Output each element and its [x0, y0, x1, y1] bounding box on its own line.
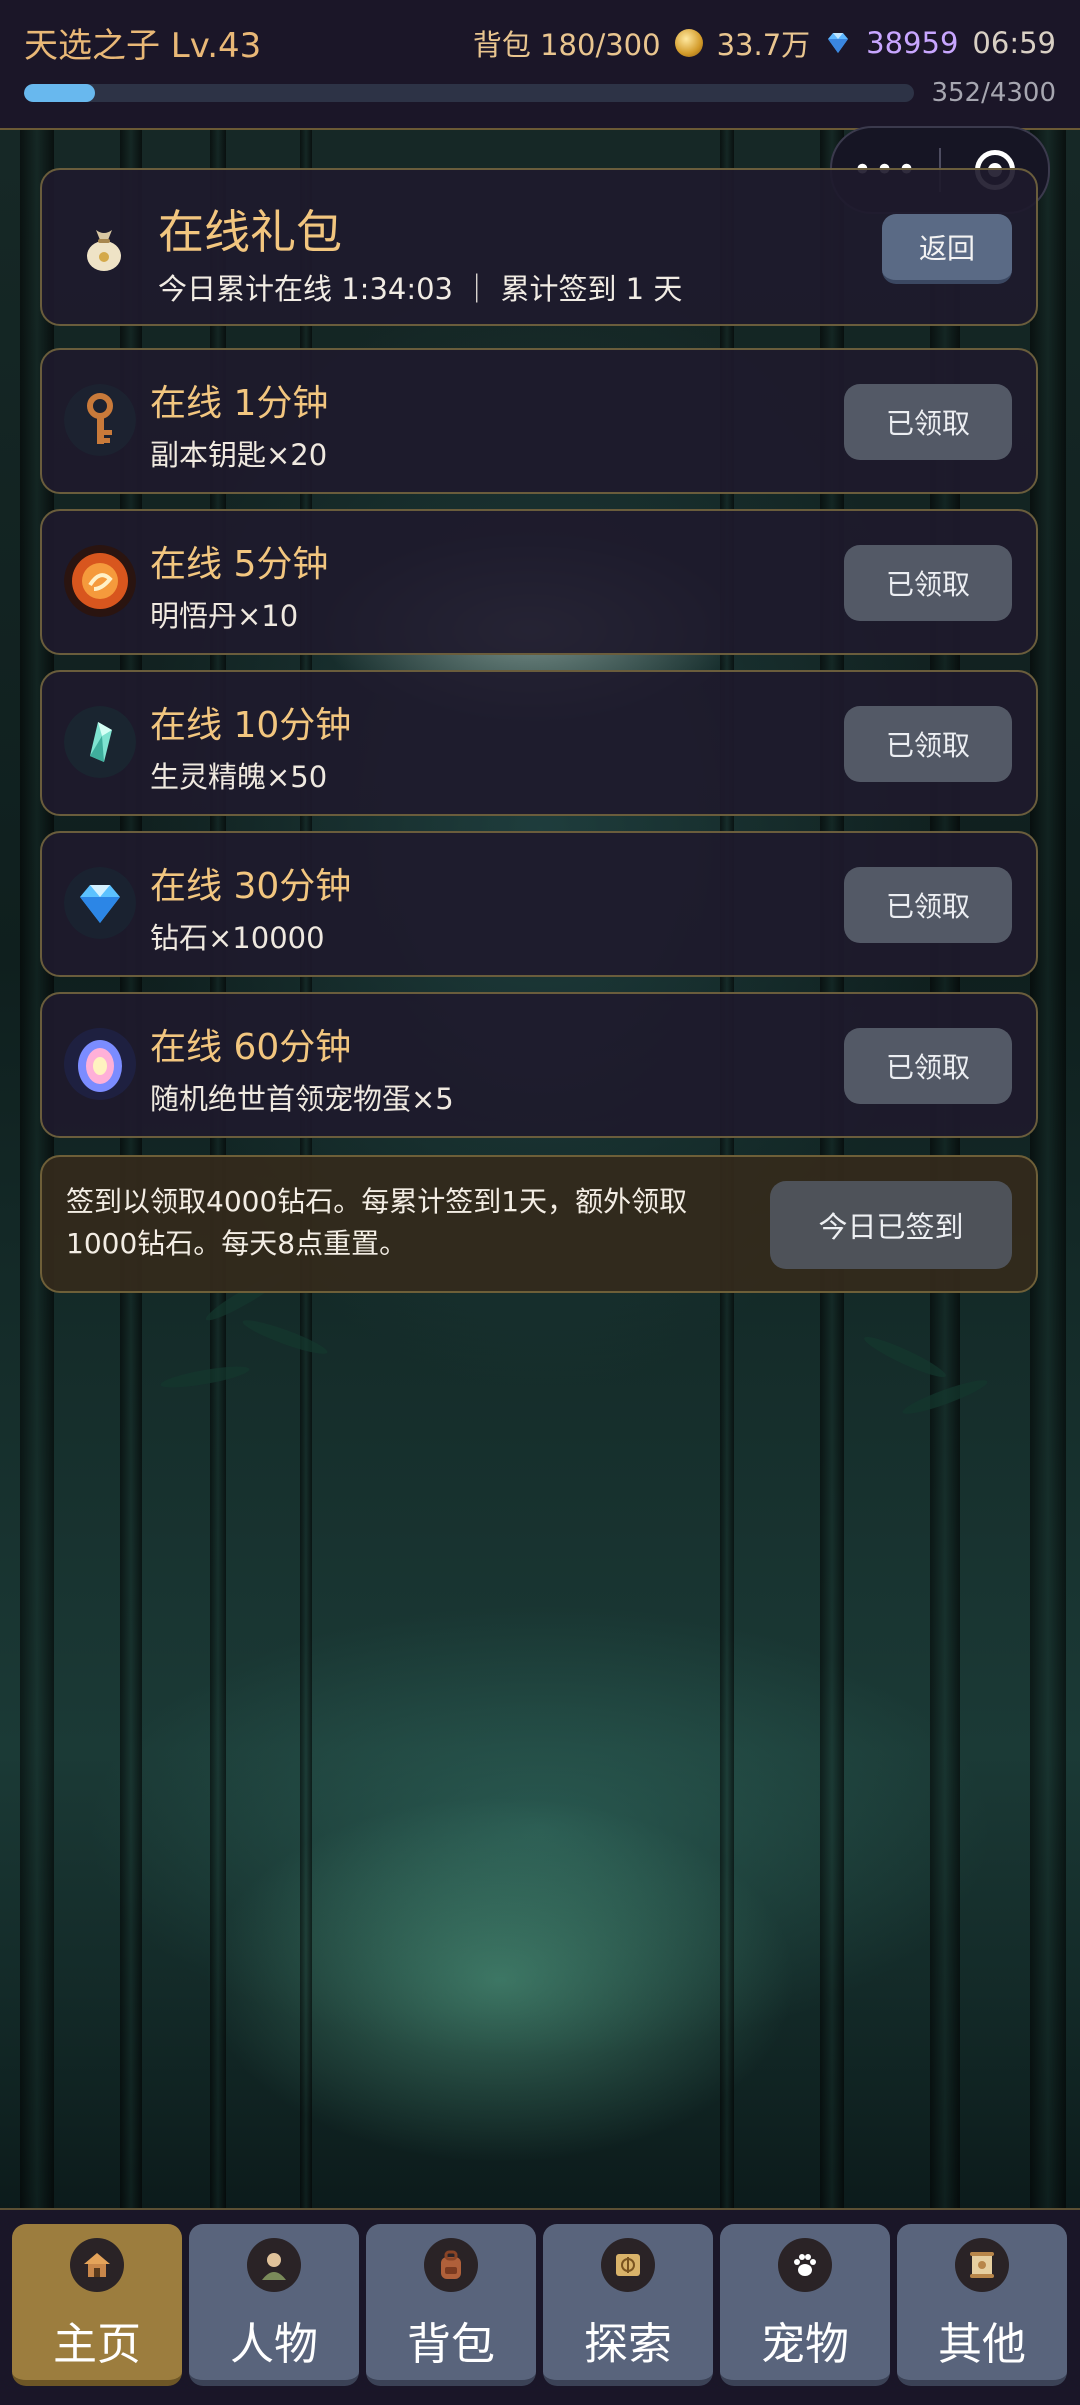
- tab-label: 人物: [230, 2319, 318, 2370]
- reward-milestone: 在线 10分钟: [150, 705, 352, 746]
- tab-backpack[interactable]: 背包: [366, 2224, 536, 2386]
- reward-item: 明悟丹×10: [150, 599, 299, 633]
- tab-explore[interactable]: 探索: [543, 2224, 713, 2386]
- character-icon: [247, 2238, 301, 2292]
- back-button[interactable]: 返回: [882, 214, 1012, 284]
- reward-item: 副本钥匙×20: [150, 438, 328, 472]
- map-icon: [601, 2238, 655, 2292]
- reward-item: 钻石×10000: [150, 921, 325, 955]
- online-time-summary: 今日累计在线 1:34:03 ｜ 累计签到 1 天: [158, 272, 683, 306]
- bag-capacity[interactable]: 背包 180/300: [473, 22, 661, 64]
- tab-label: 背包: [407, 2319, 495, 2370]
- scroll-icon: [955, 2238, 1009, 2292]
- crystal-icon: [64, 706, 136, 778]
- tab-label: 宠物: [761, 2319, 849, 2370]
- signed-in-today-button[interactable]: 今日已签到: [770, 1181, 1012, 1269]
- diamond-icon: [64, 867, 136, 939]
- reward-item: 随机绝世首领宠物蛋×5: [150, 1082, 454, 1116]
- reward-milestone: 在线 60分钟: [150, 1027, 352, 1068]
- paw-icon: [778, 2238, 832, 2292]
- signin-description: 签到以领取4000钻石。每累计签到1天，额外领取1000钻石。每天8点重置。: [66, 1185, 688, 1260]
- reward-milestone: 在线 1分钟: [150, 383, 329, 424]
- tab-character[interactable]: 人物: [189, 2224, 359, 2386]
- bamboo-leaf: [159, 1362, 251, 1392]
- tab-label: 探索: [584, 2319, 672, 2370]
- claimed-button[interactable]: 已领取: [844, 545, 1012, 621]
- home-icon: [70, 2238, 124, 2292]
- diamond-amount: 38959: [866, 26, 959, 60]
- claimed-button[interactable]: 已领取: [844, 867, 1012, 943]
- exp-progress-fill: [24, 84, 96, 102]
- bottom-navigation: 主页 人物 背包 探索 宠物 其他: [0, 2208, 1080, 2405]
- reward-milestone: 在线 30分钟: [150, 866, 352, 907]
- tab-label: 主页: [53, 2319, 141, 2370]
- tab-pet[interactable]: 宠物: [720, 2224, 890, 2386]
- clock-time: 06:59: [972, 26, 1056, 60]
- diamond-icon: [828, 33, 849, 53]
- page-title: 在线礼包: [158, 205, 342, 259]
- tab-label: 其他: [938, 2319, 1026, 2370]
- online-gift-header: 在线礼包 今日累计在线 1:34:03 ｜ 累计签到 1 天 返回: [40, 168, 1038, 326]
- status-bar: 天选之子 Lv.43 背包 180/300 33.7万 38959 06:59 …: [0, 0, 1080, 130]
- bamboo-leaf: [240, 1315, 330, 1359]
- reward-item: 生灵精魄×50: [150, 760, 328, 794]
- reward-row-5min: 在线 5分钟 明悟丹×10 已领取: [40, 509, 1038, 655]
- claimed-button[interactable]: 已领取: [844, 706, 1012, 782]
- player-name-level: 天选之子 Lv.43: [24, 26, 262, 66]
- money-bag-icon: [87, 230, 121, 271]
- claimed-button[interactable]: 已领取: [844, 1028, 1012, 1104]
- orb-icon: [64, 545, 136, 617]
- coin-amount: 33.7万: [716, 28, 811, 62]
- reward-row-60min: 在线 60分钟 随机绝世首领宠物蛋×5 已领取: [40, 992, 1038, 1138]
- reward-milestone: 在线 5分钟: [150, 544, 329, 585]
- exp-progress-text: 352/4300: [931, 78, 1056, 108]
- pet-egg-icon: [64, 1028, 136, 1100]
- resource-stats: 背包 180/300 33.7万 38959 06:59: [473, 22, 1056, 64]
- backpack-icon: [424, 2238, 478, 2292]
- reward-row-10min: 在线 10分钟 生灵精魄×50 已领取: [40, 670, 1038, 816]
- daily-signin-panel: 签到以领取4000钻石。每累计签到1天，额外领取1000钻石。每天8点重置。 今…: [40, 1155, 1038, 1293]
- key-icon: [64, 384, 136, 456]
- reward-row-30min: 在线 30分钟 钻石×10000 已领取: [40, 831, 1038, 977]
- reward-row-1min: 在线 1分钟 副本钥匙×20 已领取: [40, 348, 1038, 494]
- exp-progress-bar: [24, 84, 914, 102]
- coin-icon: [674, 29, 703, 57]
- claimed-button[interactable]: 已领取: [844, 384, 1012, 460]
- tab-other[interactable]: 其他: [897, 2224, 1067, 2386]
- tab-home[interactable]: 主页: [12, 2224, 182, 2386]
